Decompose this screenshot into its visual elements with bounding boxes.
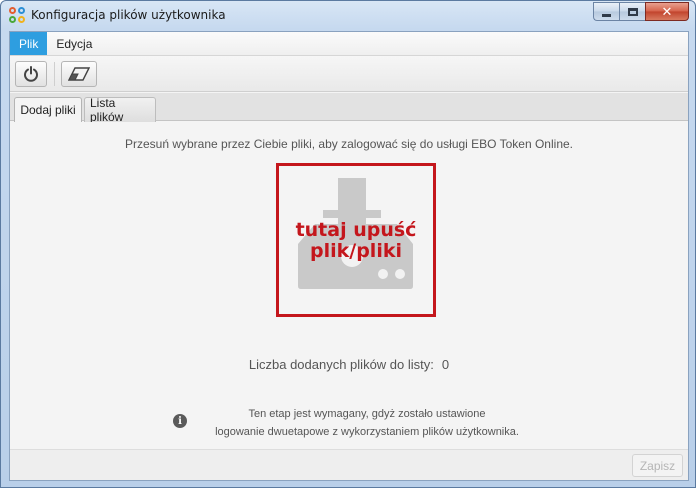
menu-bar: Plik Edycja [10,32,688,56]
info-line2: logowanie dwuetapowe z wykorzystaniem pl… [215,426,519,438]
tab-file-list[interactable]: Lista plików [84,96,156,124]
tab-add-files[interactable]: Dodaj pliki [14,97,82,122]
menu-edit[interactable]: Edycja [47,32,101,55]
power-icon [24,66,38,82]
window-controls: ✕ [593,2,689,21]
application-window: Konfiguracja plików użytkownika ✕ Plik E… [0,0,696,488]
file-count-value: 0 [441,357,450,372]
minimize-button[interactable] [593,2,619,21]
drop-zone-label: tutaj upuść plik/pliki [279,220,433,262]
info-line1: Ten etap jest wymagany, gdyż zostało ust… [248,408,486,420]
minimize-icon [602,13,611,17]
footer-bar: Zapisz [10,449,688,480]
info-text: Ten etap jest wymagany, gdyż zostało ust… [192,405,542,441]
close-button[interactable]: ✕ [645,2,689,21]
info-note: i Ten etap jest wymagany, gdyż zostało u… [172,405,542,441]
app-icon [9,7,25,23]
tab-bar: Dodaj pliki Lista plików [10,93,688,124]
tab-content: Przesuń wybrane przez Ciebie pliki, aby … [10,122,688,449]
close-icon: ✕ [661,3,673,19]
menu-file[interactable]: Plik [10,32,48,55]
maximize-icon [627,7,638,16]
toolbar-separator [54,62,55,86]
instruction-text: Przesuń wybrane przez Ciebie pliki, aby … [124,137,573,151]
drop-zone[interactable]: tutaj upuść plik/pliki [276,163,436,317]
file-count-row: Liczba dodanych plików do listy: 0 [10,357,688,372]
power-button[interactable] [15,61,47,87]
window-title: Konfiguracja plików użytkownika [31,8,226,22]
save-button[interactable]: Zapisz [632,454,683,477]
toolbar [10,56,688,92]
clear-button[interactable] [61,61,97,87]
info-icon: i [173,414,187,428]
title-bar[interactable]: Konfiguracja plików użytkownika ✕ [1,1,695,31]
file-count-label: Liczba dodanych plików do listy: [248,357,434,372]
eraser-icon [68,67,90,81]
drop-zone-line1: tutaj upuść [295,219,417,241]
maximize-button[interactable] [619,2,645,21]
client-area: Plik Edycja Dodaj pliki Lista plików Prz… [9,31,689,481]
drop-zone-line2: plik/pliki [310,240,402,262]
